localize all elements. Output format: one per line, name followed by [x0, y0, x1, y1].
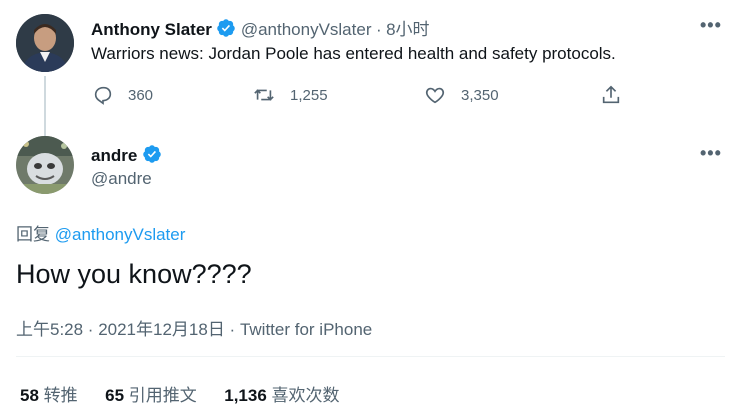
heart-icon — [425, 87, 445, 104]
parent-avatar[interactable] — [16, 14, 74, 72]
parent-retweet-button[interactable]: 1,255 — [252, 84, 328, 106]
main-display-name-row: andre — [91, 144, 162, 169]
likes-stat[interactable]: 1,136 喜欢次数 — [224, 386, 339, 405]
main-more-button[interactable]: ••• — [700, 143, 722, 164]
main-source[interactable]: Twitter for iPhone — [240, 320, 372, 339]
reply-icon — [94, 86, 112, 105]
person-avatar-icon — [16, 14, 74, 72]
more-icon: ••• — [700, 15, 722, 35]
retweets-count: 58 — [20, 386, 39, 405]
main-avatar[interactable] — [16, 136, 74, 194]
main-timestamp-row: 上午5:28 · 2021年12月18日 · Twitter for iPhon… — [16, 315, 372, 340]
parent-like-count: 3,350 — [461, 86, 499, 104]
parent-more-button[interactable]: ••• — [700, 15, 722, 36]
main-handle[interactable]: @andre — [91, 169, 152, 189]
cartoon-avatar-icon — [16, 136, 74, 194]
reply-context: 回复 @anthonyVslater — [16, 220, 185, 245]
quotes-stat[interactable]: 65 引用推文 — [105, 386, 201, 405]
retweets-label: 转推 — [43, 386, 78, 405]
likes-label: 喜欢次数 — [271, 386, 340, 405]
reply-prefix: 回复 — [16, 225, 50, 244]
verified-badge-icon — [216, 18, 236, 43]
main-display-name[interactable]: andre — [91, 146, 137, 165]
verified-badge-icon — [142, 144, 162, 169]
parent-reply-count: 360 — [128, 86, 154, 104]
stats-row: 58 转推 65 引用推文 1,136 喜欢次数 — [20, 381, 340, 406]
parent-thread-line — [44, 76, 46, 138]
parent-reply-button[interactable]: 360 — [92, 84, 153, 106]
share-icon — [602, 85, 620, 104]
reply-to-link[interactable]: @anthonyVslater — [55, 225, 186, 244]
quotes-count: 65 — [105, 386, 125, 405]
parent-tweet-text: Warriors news: Jordan Poole has entered … — [91, 44, 616, 63]
more-icon: ••• — [700, 143, 722, 163]
stats-divider — [16, 356, 725, 357]
parent-share-button[interactable] — [599, 84, 623, 106]
retweet-icon — [254, 89, 274, 101]
parent-retweet-count: 1,255 — [290, 86, 328, 104]
parent-header: Anthony Slater @anthonyVslater · 8小时 — [91, 15, 430, 43]
parent-like-button[interactable]: 3,350 — [423, 84, 499, 106]
retweets-stat[interactable]: 58 转推 — [20, 386, 82, 405]
main-timestamp[interactable]: 上午5:28 · 2021年12月18日 · — [16, 320, 240, 339]
main-tweet-text: How you know???? — [16, 259, 252, 289]
parent-separator: · — [375, 20, 382, 39]
parent-display-name[interactable]: Anthony Slater — [91, 20, 212, 39]
parent-time[interactable]: 8小时 — [386, 20, 429, 39]
quotes-label: 引用推文 — [128, 386, 197, 405]
likes-count: 1,136 — [224, 386, 267, 405]
parent-handle[interactable]: @anthonyVslater — [241, 20, 372, 39]
